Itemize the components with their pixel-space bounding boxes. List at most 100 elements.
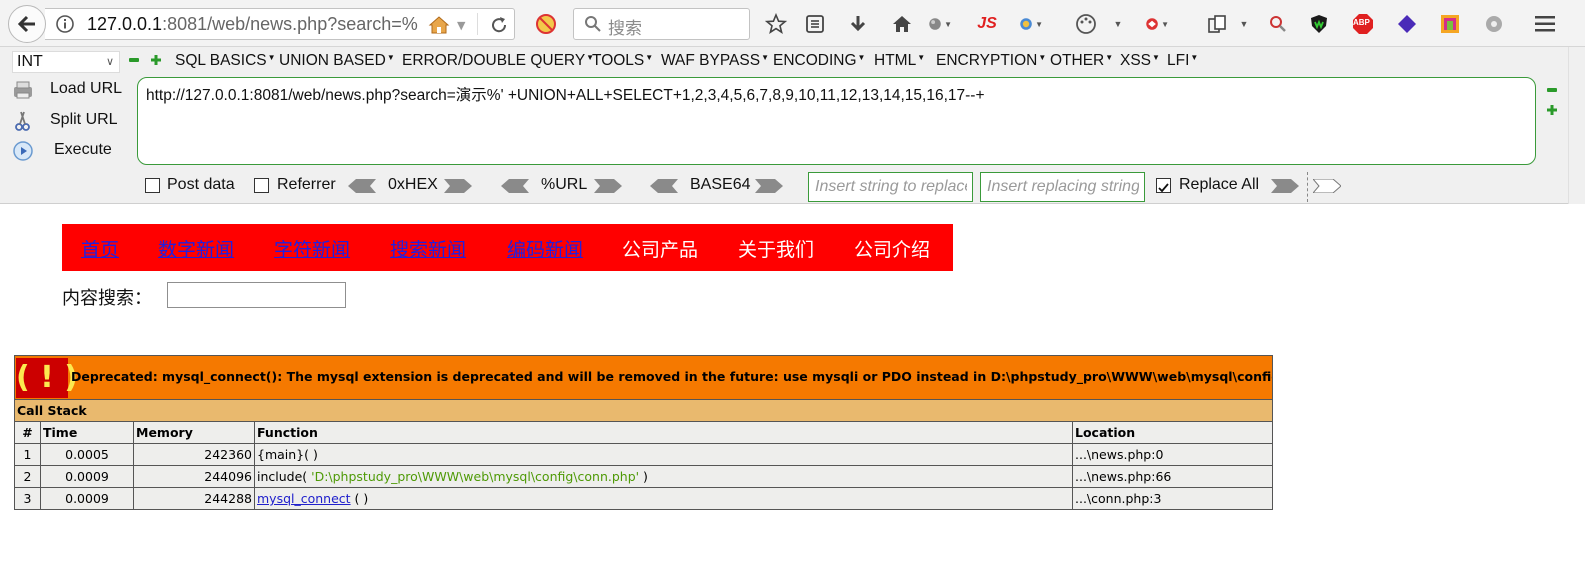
onenote-icon[interactable] [1438,12,1462,36]
back-button[interactable] [8,5,46,43]
search-placeholder: 搜索 [608,19,642,39]
menu-tools[interactable]: TOOLS▼ [592,52,653,70]
info-icon[interactable] [55,14,75,34]
abp-label: ABP [1353,18,1370,27]
col-location: Location [1072,421,1273,444]
menu-error-double-query[interactable]: ERROR/DOUBLE QUERY▼ [402,52,594,70]
url-dropdown-icon[interactable]: ▼ [457,19,465,32]
nav-search-news-link[interactable]: 搜索新闻 [390,235,466,262]
bookmark-star-icon[interactable] [764,12,788,36]
checkmark-icon [1158,183,1169,193]
url-text[interactable]: 127.0.0.1:8081/web/news.php?search=% [87,14,418,35]
hackbar-icon[interactable]: ▼ [1145,12,1169,36]
palette-icon[interactable] [1074,12,1098,36]
type-select-value: INT [17,53,43,70]
load-url-icon [14,81,32,99]
warning-icon: ( ! ) [16,358,78,398]
js-icon[interactable]: JS [974,12,1000,36]
menu-xss[interactable]: XSS▼ [1120,52,1160,70]
nav-number-news-link[interactable]: 数字新闻 [158,235,234,262]
menu-label: HTML [874,52,917,69]
search-bar[interactable]: 搜索 [573,8,750,40]
translate-icon[interactable]: ▼ [1019,12,1043,36]
menu-dropdown-icon[interactable]: ▼ [1110,12,1126,36]
col-function: Function [254,421,1073,444]
content-search-input[interactable] [167,282,346,308]
nav-about[interactable]: 关于我们 [738,235,814,262]
nav-string-news-link[interactable]: 字符新闻 [274,235,350,262]
tracking-block-icon[interactable] [535,13,557,35]
base64-decode-arrow-icon[interactable] [650,179,678,193]
function-tail: ) [639,469,648,484]
menu-other[interactable]: OTHER▼ [1050,52,1113,70]
replacing-string-placeholder: Insert replacing string [987,178,1139,195]
reload-icon[interactable] [487,13,511,37]
menu-encoding[interactable]: ENCODING▼ [773,52,865,70]
url-textarea[interactable]: http://127.0.0.1:8081/web/news.php?searc… [137,77,1536,165]
minus-icon-right[interactable] [1547,87,1557,93]
minus-icon[interactable] [129,57,139,63]
menu-dropdown-icon-2[interactable]: ▼ [1236,12,1252,36]
hamburger-menu-icon[interactable] [1533,12,1557,36]
shield-icon[interactable] [1307,12,1331,36]
error-message-row: ( ! )Deprecated: mysql_connect(): The my… [14,355,1273,400]
load-url-label: Load URL [50,80,123,97]
home-icon[interactable] [890,12,914,36]
row-memory: 244288 [133,487,255,510]
globe-icon[interactable]: ▼ [928,12,952,36]
plus-icon[interactable] [151,55,161,65]
home-bookmark-icon[interactable] [428,14,450,36]
menu-encryption[interactable]: ENCRYPTION▼ [936,52,1046,70]
menu-union-based[interactable]: UNION BASED▼ [279,52,395,70]
menu-label: OTHER [1050,52,1105,69]
execute-button[interactable]: Execute [12,138,132,164]
mysql-connect-link[interactable]: mysql_connect [257,491,351,506]
split-url-label: Split URL [50,111,118,128]
post-data-checkbox[interactable] [145,178,160,193]
menu-sql-basics[interactable]: SQL BASICS▼ [175,52,276,70]
row-time: 0.0009 [40,487,134,510]
menu-label: SQL BASICS [175,52,267,69]
menu-html[interactable]: HTML▼ [874,52,925,70]
url-host: 127.0.0.1 [87,14,163,34]
reading-list-icon[interactable] [803,12,827,36]
insert-string-input[interactable]: Insert string to replace [808,172,973,202]
col-time: Time [40,421,134,444]
split-url-button[interactable]: Split URL [12,108,132,134]
base64-encode-arrow-icon[interactable] [755,179,783,193]
url-encode-arrow-icon[interactable] [594,179,622,193]
load-url-button[interactable]: Load URL [12,77,132,103]
referrer-checkbox[interactable] [254,178,269,193]
menu-lfi[interactable]: LFI▼ [1167,52,1198,70]
replace-next-arrow-icon[interactable] [1313,179,1341,193]
type-select[interactable]: INT ∨ [12,51,120,73]
js-label: JS [977,15,997,32]
download-icon[interactable] [846,12,870,36]
hex-decode-arrow-icon[interactable] [348,179,376,193]
url-bar[interactable]: 127.0.0.1:8081/web/news.php?search=% ▼ [45,8,515,40]
error-message: Deprecated: mysql_connect(): The mysql e… [71,369,1272,384]
cube-icon[interactable] [1395,12,1419,36]
nav-home-link[interactable]: 首页 [81,235,119,262]
nav-products[interactable]: 公司产品 [622,235,698,262]
replace-arrow-icon[interactable] [1271,179,1299,193]
hex-label: 0xHEX [388,176,438,193]
nav-encode-news-link[interactable]: 编码新闻 [507,235,583,262]
hex-encode-arrow-icon[interactable] [444,179,472,193]
settings-gear-icon[interactable] [1482,12,1506,36]
url-decode-arrow-icon[interactable] [501,179,529,193]
nav-company[interactable]: 公司介绍 [854,235,930,262]
replacing-string-input[interactable]: Insert replacing string [980,172,1145,202]
zoom-icon[interactable] [1266,12,1290,36]
replace-all-checkbox[interactable] [1156,178,1171,193]
function-name: include( [257,469,312,484]
execute-label: Execute [54,141,112,158]
clipboard-icon[interactable] [1205,12,1229,36]
hackbar-scrollbar[interactable] [1568,47,1585,204]
menu-label: WAF BYPASS [661,52,761,69]
plus-icon-right[interactable] [1547,105,1557,115]
menu-waf-bypass[interactable]: WAF BYPASS▼ [661,52,769,70]
function-tail: ( ) [350,491,369,506]
adblock-icon[interactable]: ABP [1351,12,1375,36]
insert-string-placeholder: Insert string to replace [815,178,967,195]
